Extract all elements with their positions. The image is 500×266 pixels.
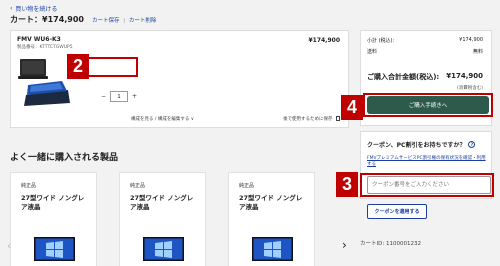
- product-tag: 純正品: [21, 183, 37, 189]
- quantity-input[interactable]: 1: [110, 91, 128, 102]
- cart-title: カート：¥174,900: [10, 15, 85, 24]
- shipping-row: 送料 無料: [367, 48, 483, 55]
- product-tag: 純正品: [239, 183, 255, 189]
- recommend-title: よく一緒に購入される製品: [10, 153, 119, 163]
- checkout-highlight: [363, 93, 493, 117]
- view-edit-config-link[interactable]: 構成を見る / 構成を編集する ∨: [131, 116, 194, 122]
- bookmark-icon: [336, 116, 340, 121]
- product-price: ¥174,900: [308, 37, 340, 44]
- quantity-stepper: − 1 +: [99, 91, 139, 102]
- cart-links-separator: |: [123, 18, 126, 24]
- quantity-increase-button[interactable]: +: [130, 91, 139, 102]
- cart-id: カートID: 1100001232: [360, 241, 421, 247]
- quantity-highlight: [86, 57, 138, 77]
- monitor-image: [252, 237, 293, 261]
- cart-product-card: FMV WU6-K3 製品番号：KTTTCTGWUP5 ¥174,900 − 1…: [10, 30, 349, 128]
- recommend-product-name: 27型ワイド ノングレア液晶: [130, 194, 194, 211]
- cart-header: カート：¥174,900 カート保存 | カート削除: [10, 14, 156, 25]
- continue-shopping-link[interactable]: ‹ 買い物を続ける: [10, 4, 57, 13]
- save-cart-link[interactable]: カート保存: [92, 18, 120, 24]
- coupon-question-text: クーポン、PC割引をお持ちですか？: [367, 142, 466, 149]
- premium-discount-link[interactable]: FMVプレミアムサービスPC割引権の保有状況を確認・利用する: [367, 156, 487, 168]
- recommend-product-name: 27型ワイド ノングレア液晶: [239, 194, 303, 211]
- subtotal-label: 小計 (税込):: [367, 38, 395, 44]
- coupon-highlight: [360, 173, 494, 197]
- carousel-prev-icon[interactable]: ‹: [7, 241, 11, 252]
- callout-badge-4: 4: [341, 95, 363, 120]
- apply-coupon-button[interactable]: クーポンを適用する: [367, 204, 427, 219]
- save-for-later-label: 後で使用するために保存: [283, 117, 333, 122]
- save-for-later-link[interactable]: 後で使用するために保存: [283, 116, 340, 122]
- subtotal-row: 小計 (税込): ¥174,900: [367, 37, 483, 44]
- total-label: ご購入合計金額(税込):: [367, 73, 440, 81]
- shipping-value: 無料: [472, 49, 483, 55]
- total-value: ¥174,900: [446, 72, 483, 80]
- cart-actions: カート保存 | カート削除: [92, 16, 156, 24]
- coupon-question: クーポン、PC割引をお持ちですか？ ?: [367, 140, 476, 149]
- product-code: 製品番号：KTTTCTGWUP5: [17, 45, 73, 50]
- continue-shopping-label: 買い物を続ける: [15, 6, 58, 13]
- quantity-decrease-button[interactable]: −: [99, 91, 108, 102]
- chevron-left-icon: ‹: [10, 5, 13, 12]
- delete-cart-link[interactable]: カート削除: [129, 18, 157, 24]
- recommend-product-name: 27型ワイド ノングレア液晶: [21, 194, 85, 211]
- product-name: FMV WU6-K3: [17, 36, 61, 43]
- carousel-next-icon[interactable]: ›: [342, 238, 347, 252]
- monitor-image: [34, 237, 75, 261]
- subtotal-value: ¥174,900: [459, 37, 483, 43]
- recommend-card[interactable]: 純正品 27型ワイド ノングレア液晶: [119, 172, 206, 266]
- callout-badge-3: 3: [336, 172, 358, 197]
- recommend-card[interactable]: 純正品 27型ワイド ノングレア液晶: [10, 172, 97, 266]
- recommend-card[interactable]: 純正品 27型ワイド ノングレア液晶: [228, 172, 315, 266]
- callout-badge-2: 2: [67, 54, 89, 79]
- shipping-label: 送料: [367, 49, 378, 55]
- monitor-image: [143, 237, 184, 261]
- tax-note: (消費税含む): [456, 86, 483, 91]
- info-icon[interactable]: ?: [468, 141, 476, 148]
- product-tag: 純正品: [130, 183, 146, 189]
- total-row: ご購入合計金額(税込): ¥174,900: [367, 72, 483, 82]
